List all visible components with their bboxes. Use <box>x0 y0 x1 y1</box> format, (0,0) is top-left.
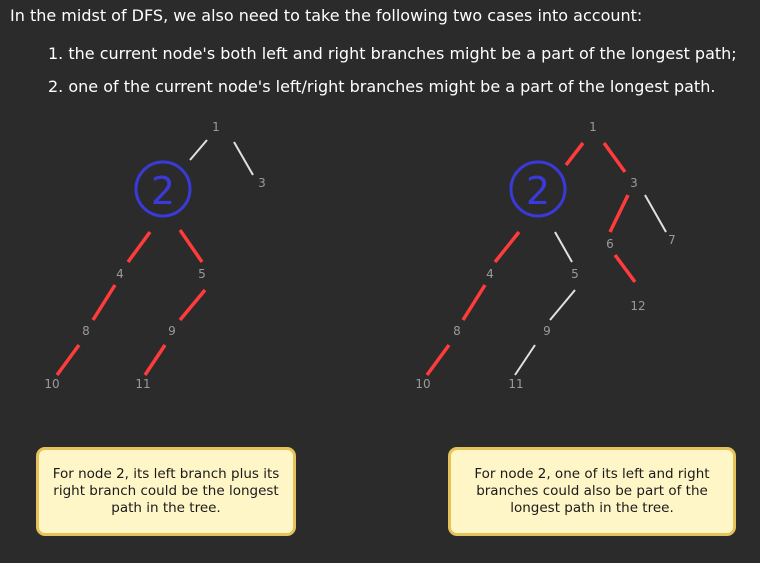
edge-1-3 <box>602 141 627 174</box>
node-label: 3 <box>630 176 638 190</box>
edge-1-3 <box>233 141 254 176</box>
edge-3-7 <box>644 194 667 233</box>
node-label: 10 <box>415 377 430 391</box>
edge-2-5 <box>554 231 573 263</box>
edge-1-2 <box>564 141 585 167</box>
node-label: 9 <box>168 324 176 338</box>
edge-6-12 <box>613 253 637 284</box>
left-note-text: For node 2, its left branch plus its rig… <box>52 466 280 516</box>
edge-8-10 <box>55 343 81 377</box>
edge-2-4 <box>493 230 521 264</box>
node-label: 8 <box>453 324 461 338</box>
node-label: 6 <box>606 237 614 251</box>
node-label: 1 <box>589 120 597 134</box>
node-label: 1 <box>212 120 220 134</box>
node-label: 5 <box>198 267 206 281</box>
node-label: 8 <box>82 324 90 338</box>
edge-1-2 <box>189 139 208 161</box>
node-label: 3 <box>258 176 266 190</box>
node-label: 12 <box>630 299 645 313</box>
node-label: 4 <box>116 267 124 281</box>
node-label-current: 2 <box>151 169 175 213</box>
node-label: 7 <box>668 233 676 247</box>
left-tree: 1 2 3 4 5 8 9 10 11 <box>44 120 265 391</box>
right-note-text: For node 2, one of its left and right br… <box>474 466 710 516</box>
node-label: 4 <box>486 267 494 281</box>
edge-8-10 <box>425 343 451 377</box>
edge-3-6 <box>608 194 630 233</box>
edge-9-11 <box>143 344 167 376</box>
node-label: 11 <box>508 377 523 391</box>
edge-9-11 <box>514 344 536 376</box>
node-label: 10 <box>44 377 59 391</box>
edge-4-8 <box>91 284 117 321</box>
edge-5-9 <box>549 289 576 321</box>
left-note: For node 2, its left branch plus its rig… <box>36 447 296 536</box>
edge-2-5 <box>178 229 204 263</box>
node-label: 5 <box>571 267 579 281</box>
edge-2-4 <box>126 230 152 264</box>
edge-5-9 <box>178 288 207 322</box>
right-note: For node 2, one of its left and right br… <box>448 447 736 536</box>
edge-4-8 <box>461 284 487 321</box>
node-label: 9 <box>543 324 551 338</box>
node-label-current: 2 <box>526 169 550 213</box>
right-tree: 1 2 3 4 5 6 7 8 9 10 11 12 <box>415 120 675 391</box>
node-label: 11 <box>135 377 150 391</box>
